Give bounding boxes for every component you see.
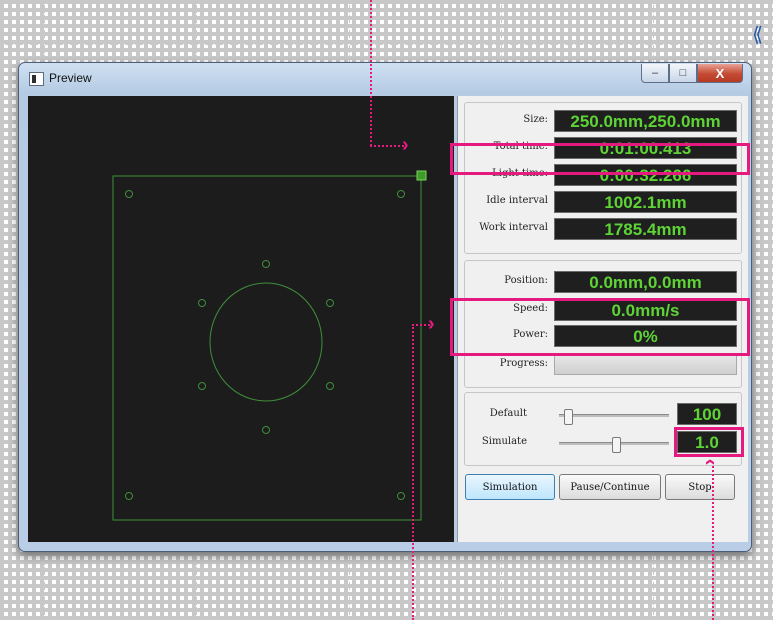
total-time-row: Total time: 0:01:00.413 xyxy=(465,136,741,160)
pointer-arrow-icon: › xyxy=(402,134,409,156)
simulate-slider-thumb[interactable] xyxy=(612,437,621,453)
corner-hole xyxy=(397,190,405,198)
speed-settings-group: Default 100 Simulate 1.0 xyxy=(464,392,742,466)
preview-window: Preview – □ X Size: 250.0mm,250.0mm Tota… xyxy=(18,62,752,552)
corner-hole xyxy=(125,492,133,500)
power-label: Power: xyxy=(513,329,548,340)
stop-button[interactable]: Stop xyxy=(665,474,735,500)
work-interval-row: Work interval 1785.4mm xyxy=(465,217,741,241)
position-row: Position: 0.0mm,0.0mm xyxy=(465,270,741,294)
position-value: 0.0mm,0.0mm xyxy=(554,271,737,293)
status-group: Position: 0.0mm,0.0mm Speed: 0.0mm/s Pow… xyxy=(464,260,742,388)
total-time-value: 0:01:00.413 xyxy=(554,137,737,159)
size-row: Size: 250.0mm,250.0mm xyxy=(465,109,741,133)
title-bar[interactable]: Preview – □ X xyxy=(19,63,751,93)
total-time-label: Total time: xyxy=(493,141,548,152)
power-value: 0% xyxy=(554,325,737,347)
window-controls: – □ X xyxy=(641,64,743,83)
corner-arrow-icon: ⟪ xyxy=(752,24,764,46)
window-title: Preview xyxy=(49,71,92,85)
ring-hole xyxy=(326,382,334,390)
default-slider-thumb[interactable] xyxy=(564,409,573,425)
info-panel: Size: 250.0mm,250.0mm Total time: 0:01:0… xyxy=(457,96,748,542)
default-slider-row: Default 100 xyxy=(465,403,741,427)
idle-interval-value: 1002.1mm xyxy=(554,191,737,213)
speed-value: 0.0mm/s xyxy=(554,299,737,321)
progress-label: Progress: xyxy=(499,358,548,369)
size-value: 250.0mm,250.0mm xyxy=(554,110,737,132)
work-interval-value: 1785.4mm xyxy=(554,218,737,240)
pointer-arrow-icon: › xyxy=(428,313,435,335)
pause-continue-button[interactable]: Pause/Continue xyxy=(559,474,661,500)
maximize-button[interactable]: □ xyxy=(669,64,697,83)
preview-canvas[interactable] xyxy=(28,96,454,542)
minimize-button[interactable]: – xyxy=(641,64,669,83)
progress-row: Progress: xyxy=(465,353,741,377)
corner-hole xyxy=(125,190,133,198)
job-info-group: Size: 250.0mm,250.0mm Total time: 0:01:0… xyxy=(464,102,742,254)
simulate-value: 1.0 xyxy=(677,431,737,453)
plate-outline xyxy=(112,175,422,521)
light-time-row: Light time: 0:00:32.266 xyxy=(465,163,741,187)
simulate-slider[interactable] xyxy=(559,437,669,453)
idle-interval-label: Idle interval xyxy=(486,195,548,206)
simulation-button[interactable]: Simulation xyxy=(465,474,555,500)
corner-hole xyxy=(397,492,405,500)
idle-interval-row: Idle interval 1002.1mm xyxy=(465,190,741,214)
light-time-value: 0:00:32.266 xyxy=(554,164,737,186)
power-row: Power: 0% xyxy=(465,324,741,348)
position-label: Position: xyxy=(504,275,548,286)
default-slider[interactable] xyxy=(559,409,669,425)
close-button[interactable]: X xyxy=(697,64,743,83)
simulate-slider-row: Simulate 1.0 xyxy=(465,431,741,455)
ring-hole xyxy=(262,260,270,268)
work-interval-label: Work interval xyxy=(479,222,548,233)
default-label: Default xyxy=(489,408,527,419)
ring-hole xyxy=(198,382,206,390)
center-circle xyxy=(209,282,323,402)
simulate-label: Simulate xyxy=(481,436,527,447)
progress-bar xyxy=(554,355,737,375)
light-time-label: Light time: xyxy=(492,168,548,179)
ring-hole xyxy=(262,426,270,434)
ring-hole xyxy=(198,299,206,307)
ring-hole xyxy=(326,299,334,307)
drawing xyxy=(112,170,427,521)
speed-row: Speed: 0.0mm/s xyxy=(465,298,741,322)
pointer-arrow-icon: › xyxy=(698,458,721,466)
size-label: Size: xyxy=(523,114,548,125)
app-icon xyxy=(29,72,44,86)
speed-label: Speed: xyxy=(513,303,548,314)
default-value: 100 xyxy=(677,403,737,425)
origin-marker-icon xyxy=(416,170,427,181)
